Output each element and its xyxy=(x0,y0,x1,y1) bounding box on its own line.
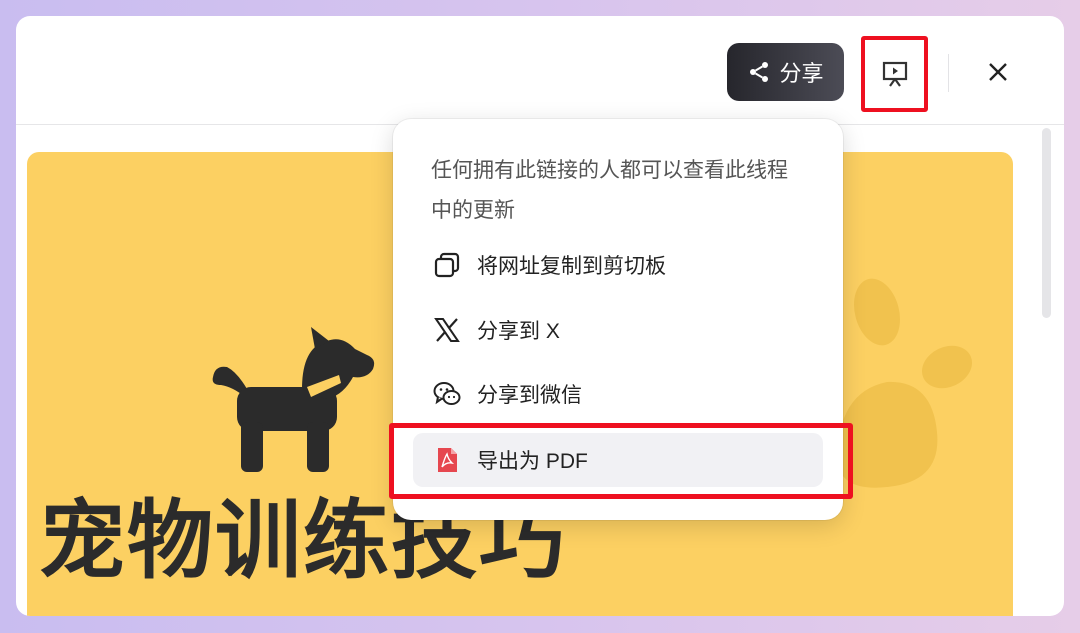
presentation-button[interactable] xyxy=(861,36,928,112)
share-to-x-item[interactable]: 分享到 X xyxy=(413,303,823,357)
copy-icon xyxy=(431,249,463,281)
share-description: 任何拥有此链接的人都可以查看此线程中的更新 xyxy=(431,159,788,222)
close-button[interactable] xyxy=(980,54,1016,90)
copy-link-label: 将网址复制到剪切板 xyxy=(477,255,666,278)
share-popover: 任何拥有此链接的人都可以查看此线程中的更新 将网址复制到剪切板 分享到 X 分享… xyxy=(393,119,843,520)
scrollbar[interactable] xyxy=(1042,128,1051,318)
paw-icon xyxy=(837,278,973,488)
x-logo-icon xyxy=(431,314,463,346)
share-to-x-label: 分享到 X xyxy=(477,320,560,343)
toolbar-divider xyxy=(948,54,949,92)
presentation-icon xyxy=(882,61,907,87)
share-to-wechat-label: 分享到微信 xyxy=(477,384,582,407)
share-button-label: 分享 xyxy=(779,61,824,86)
top-toolbar: 分享 xyxy=(16,16,1064,125)
export-pdf-label: 导出为 PDF xyxy=(477,450,588,473)
export-pdf-item[interactable]: 导出为 PDF xyxy=(413,433,823,487)
copy-link-item[interactable]: 将网址复制到剪切板 xyxy=(413,238,823,292)
share-button[interactable]: 分享 xyxy=(727,43,844,101)
dog-icon xyxy=(212,327,375,472)
close-icon xyxy=(989,63,1007,81)
share-icon xyxy=(750,62,769,82)
share-to-wechat-item[interactable]: 分享到微信 xyxy=(413,367,823,421)
wechat-icon xyxy=(431,378,463,410)
pdf-icon xyxy=(431,444,463,476)
